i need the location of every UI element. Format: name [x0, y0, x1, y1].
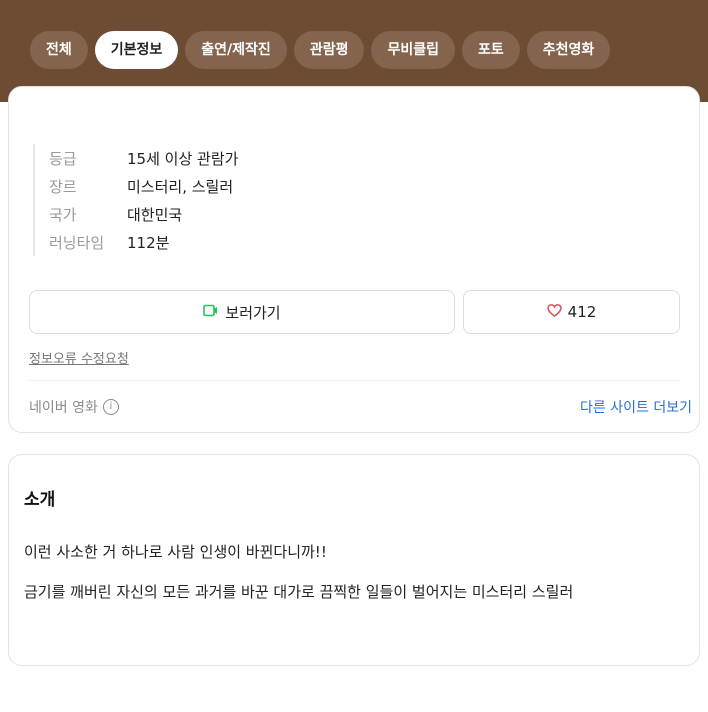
tab-photos[interactable]: 포토 [461, 31, 520, 69]
tab-reviews[interactable]: 관람평 [293, 31, 365, 69]
source-info: 네이버 영화 i [29, 397, 119, 417]
like-button[interactable]: 412 [463, 290, 680, 334]
intro-title: 소개 [24, 490, 56, 510]
watch-button[interactable]: 보러가기 [29, 290, 455, 334]
heart-icon [546, 303, 562, 321]
basic-info-card: 등급 15세 이상 관람가 장르 미스터리, 스릴러 국가 대한민국 러닝타임 … [8, 86, 700, 433]
like-count: 412 [567, 303, 597, 321]
intro-tagline: 이런 사소한 거 하나로 사람 인생이 바뀐다니까!! [24, 543, 327, 561]
info-label: 러닝타임 [49, 233, 105, 252]
info-value: 15세 이상 관람가 [127, 149, 239, 168]
info-label: 국가 [49, 205, 77, 224]
info-row-runtime: 러닝타임 112분 [49, 228, 238, 256]
tab-cast-crew[interactable]: 출연/제작진 [185, 31, 287, 69]
intro-card: 소개 이런 사소한 거 하나로 사람 인생이 바뀐다니까!! 금기를 깨버린 자… [8, 454, 700, 666]
tab-recommended[interactable]: 추천영화 [526, 31, 611, 69]
info-label: 장르 [49, 177, 77, 196]
info-row-rating: 등급 15세 이상 관람가 [49, 144, 238, 172]
info-value: 112분 [127, 233, 170, 252]
watch-button-label: 보러가기 [225, 303, 281, 322]
tab-bar: 전체 기본정보 출연/제작진 관람평 무비클립 포토 추천영화 [30, 31, 611, 69]
info-label: 등급 [49, 149, 77, 168]
source-name: 네이버 영화 [29, 400, 98, 416]
tab-movie-clips[interactable]: 무비클립 [371, 31, 455, 69]
intro-synopsis: 금기를 깨버린 자신의 모든 과거를 바꾼 대가로 끔찍한 일들이 벌어지는 미… [24, 583, 574, 601]
info-row-genre: 장르 미스터리, 스릴러 [49, 172, 238, 200]
divider [29, 380, 679, 381]
info-value: 대한민국 [127, 205, 183, 224]
info-row-country: 국가 대한민국 [49, 200, 238, 228]
more-sites-link[interactable]: 다른 사이트 더보기 [580, 397, 692, 417]
info-value: 미스터리, 스릴러 [127, 177, 234, 196]
report-error-link[interactable]: 정보오류 수정요청 [29, 348, 129, 367]
play-icon [203, 303, 218, 321]
tab-all[interactable]: 전체 [30, 31, 88, 69]
info-list: 등급 15세 이상 관람가 장르 미스터리, 스릴러 국가 대한민국 러닝타임 … [33, 144, 238, 256]
info-icon[interactable]: i [102, 399, 119, 415]
tab-basic-info[interactable]: 기본정보 [94, 31, 179, 69]
